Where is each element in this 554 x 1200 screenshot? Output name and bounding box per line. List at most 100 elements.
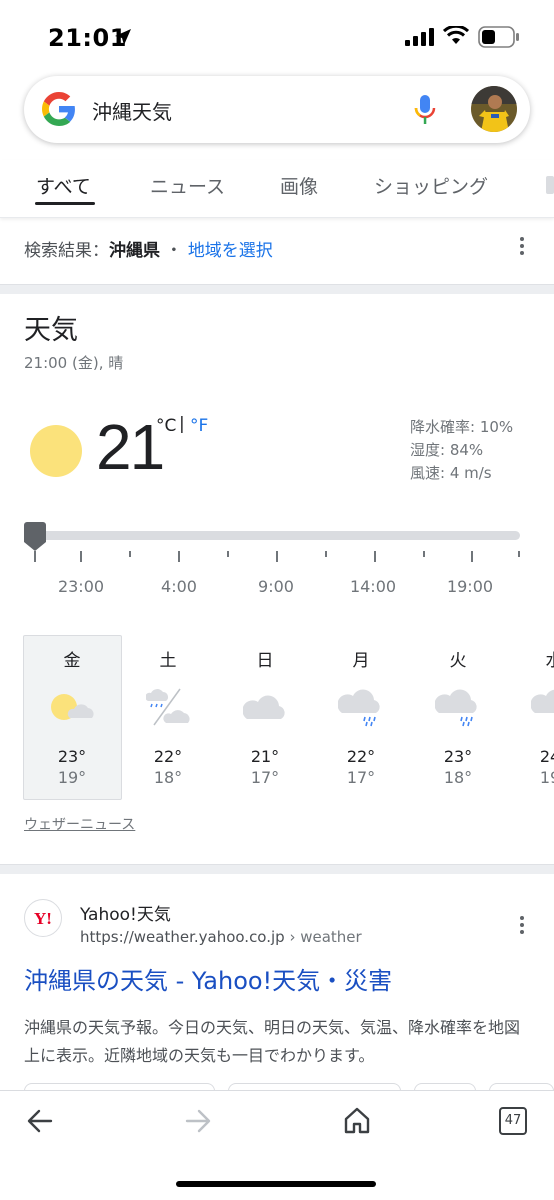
section-separator [0,284,554,294]
search-bar[interactable]: 沖縄天気 [24,76,530,143]
day-forecast-mon[interactable]: 月 22° 17° [313,646,409,787]
day-forecast-wed-clip: 水 24° 19° [506,646,554,796]
choose-region-link[interactable]: 地域を選択 [188,241,273,261]
slider-tick [276,551,278,562]
precipitation-chance: 降水確率: 10% [410,418,514,436]
hour-label: 4:00 [161,577,197,596]
slider-tick [80,551,82,562]
day-low: 18° [443,768,473,787]
result-title-link[interactable]: 沖縄県の天気 - Yahoo!天気・災害 [24,961,392,996]
tab-images[interactable]: 画像 [280,172,318,199]
battery-icon [478,26,519,48]
home-icon[interactable] [343,1106,371,1134]
wind-speed: 風速: 4 m/s [410,464,492,482]
hourly-slider-track[interactable] [24,531,520,540]
slider-tick [129,551,131,557]
partly-cloudy-icon [24,672,120,742]
svg-text:Y!: Y! [34,909,52,927]
day-forecast-wed[interactable]: 水 24° 19° [506,646,554,787]
day-forecast-sun[interactable]: 日 21° 17° [217,646,313,787]
section-separator [0,864,554,874]
tab-shopping[interactable]: ショッピング [374,172,488,199]
day-name: 土 [159,651,177,671]
location-place: 沖縄県 [109,241,160,261]
cloud-rain-icon [410,672,506,742]
location-row: 検索結果：沖縄県 ・ 地域を選択 [0,220,554,282]
location-text: 検索結果：沖縄県 ・ 地域を選択 [24,236,273,261]
result-url-path: › weather [284,928,362,946]
slider-tick [471,551,473,562]
weather-title: 天気 [24,315,78,346]
tab-more-indicator[interactable] [546,176,554,194]
day-name: 火 [449,651,467,671]
current-temperature: 21 [96,411,165,483]
result-site-name[interactable]: Yahoo!天気 [80,900,171,925]
status-bar: 21:01 [0,0,554,72]
more-options-icon[interactable] [520,237,524,258]
weather-subtitle: 21:00 (金), 晴 [24,354,124,372]
avatar[interactable] [471,86,517,132]
hour-label: 23:00 [57,577,105,596]
hour-label: 14:00 [349,577,397,596]
slider-tick [325,551,327,557]
day-forecast-fri[interactable]: 金 23° 19° [24,646,120,787]
unit-separator: | [179,414,185,434]
day-low: 19° [539,768,554,787]
result-url-host: https://weather.yahoo.co.jp [80,928,285,946]
result-url[interactable]: https://weather.yahoo.co.jp › weather [80,928,362,946]
day-low: 17° [250,768,280,787]
result-snippet: 沖縄県の天気予報。今日の天気、明日の天気、気温、降水確率を地図上に表示。近隣地域… [24,1018,521,1065]
forward-arrow-icon[interactable] [185,1108,211,1134]
tab-news[interactable]: ニュース [150,172,225,199]
yahoo-favicon-icon: Y! [24,899,62,937]
mic-icon[interactable] [414,93,436,127]
weather-news-link[interactable]: ウェザーニュース [24,814,135,834]
day-name: 日 [256,651,274,671]
tab-all[interactable]: すべて [36,172,91,199]
fahrenheit-unit[interactable]: °F [190,416,208,436]
slider-tick [518,551,520,557]
active-tab-indicator [35,202,95,205]
home-indicator [176,1181,376,1187]
slider-tick [423,551,425,557]
day-high: 22° [346,747,376,766]
location-arrow-icon [115,29,131,45]
day-high: 23° [57,747,87,766]
result-more-options-icon[interactable] [520,916,524,937]
day-high: 21° [250,747,280,766]
slider-tick [227,551,229,557]
hour-label: 19:00 [446,577,494,596]
signal-icon [405,28,434,46]
day-low: 18° [153,768,183,787]
cloudy-icon [217,672,313,742]
sunny-icon [30,425,82,477]
day-name: 月 [352,651,370,671]
wifi-icon [443,26,469,44]
back-arrow-icon[interactable] [27,1108,53,1134]
location-prefix: 検索結果： [24,241,109,261]
day-name: 水 [506,646,554,672]
search-input[interactable]: 沖縄天気 [92,96,172,125]
hour-label: 9:00 [258,577,294,596]
day-low: 19° [57,768,87,787]
location-dot: ・ [165,241,183,261]
day-high: 24° [539,747,554,766]
slider-tick [374,551,376,562]
hourly-slider-thumb[interactable] [24,522,46,552]
day-forecast-sat[interactable]: 土 22° 18° [120,646,216,787]
day-high: 22° [153,747,183,766]
rain-then-cloudy-icon [120,672,216,742]
bottom-toolbar: 47 [0,1090,554,1200]
humidity: 湿度: 84% [410,441,484,459]
search-tabs: すべて ニュース 画像 ショッピング [0,160,554,218]
cloud-rain-icon [313,672,409,742]
slider-tick [34,551,36,562]
celsius-unit[interactable]: °C [156,416,176,436]
slider-tick [178,551,180,562]
tab-switcher-icon[interactable]: 47 [499,1107,527,1135]
day-low: 17° [346,768,376,787]
cloud-rain-icon [506,672,554,742]
day-name: 金 [63,651,81,671]
day-forecast-tue[interactable]: 火 23° 18° [410,646,506,787]
google-logo-icon [42,92,75,126]
